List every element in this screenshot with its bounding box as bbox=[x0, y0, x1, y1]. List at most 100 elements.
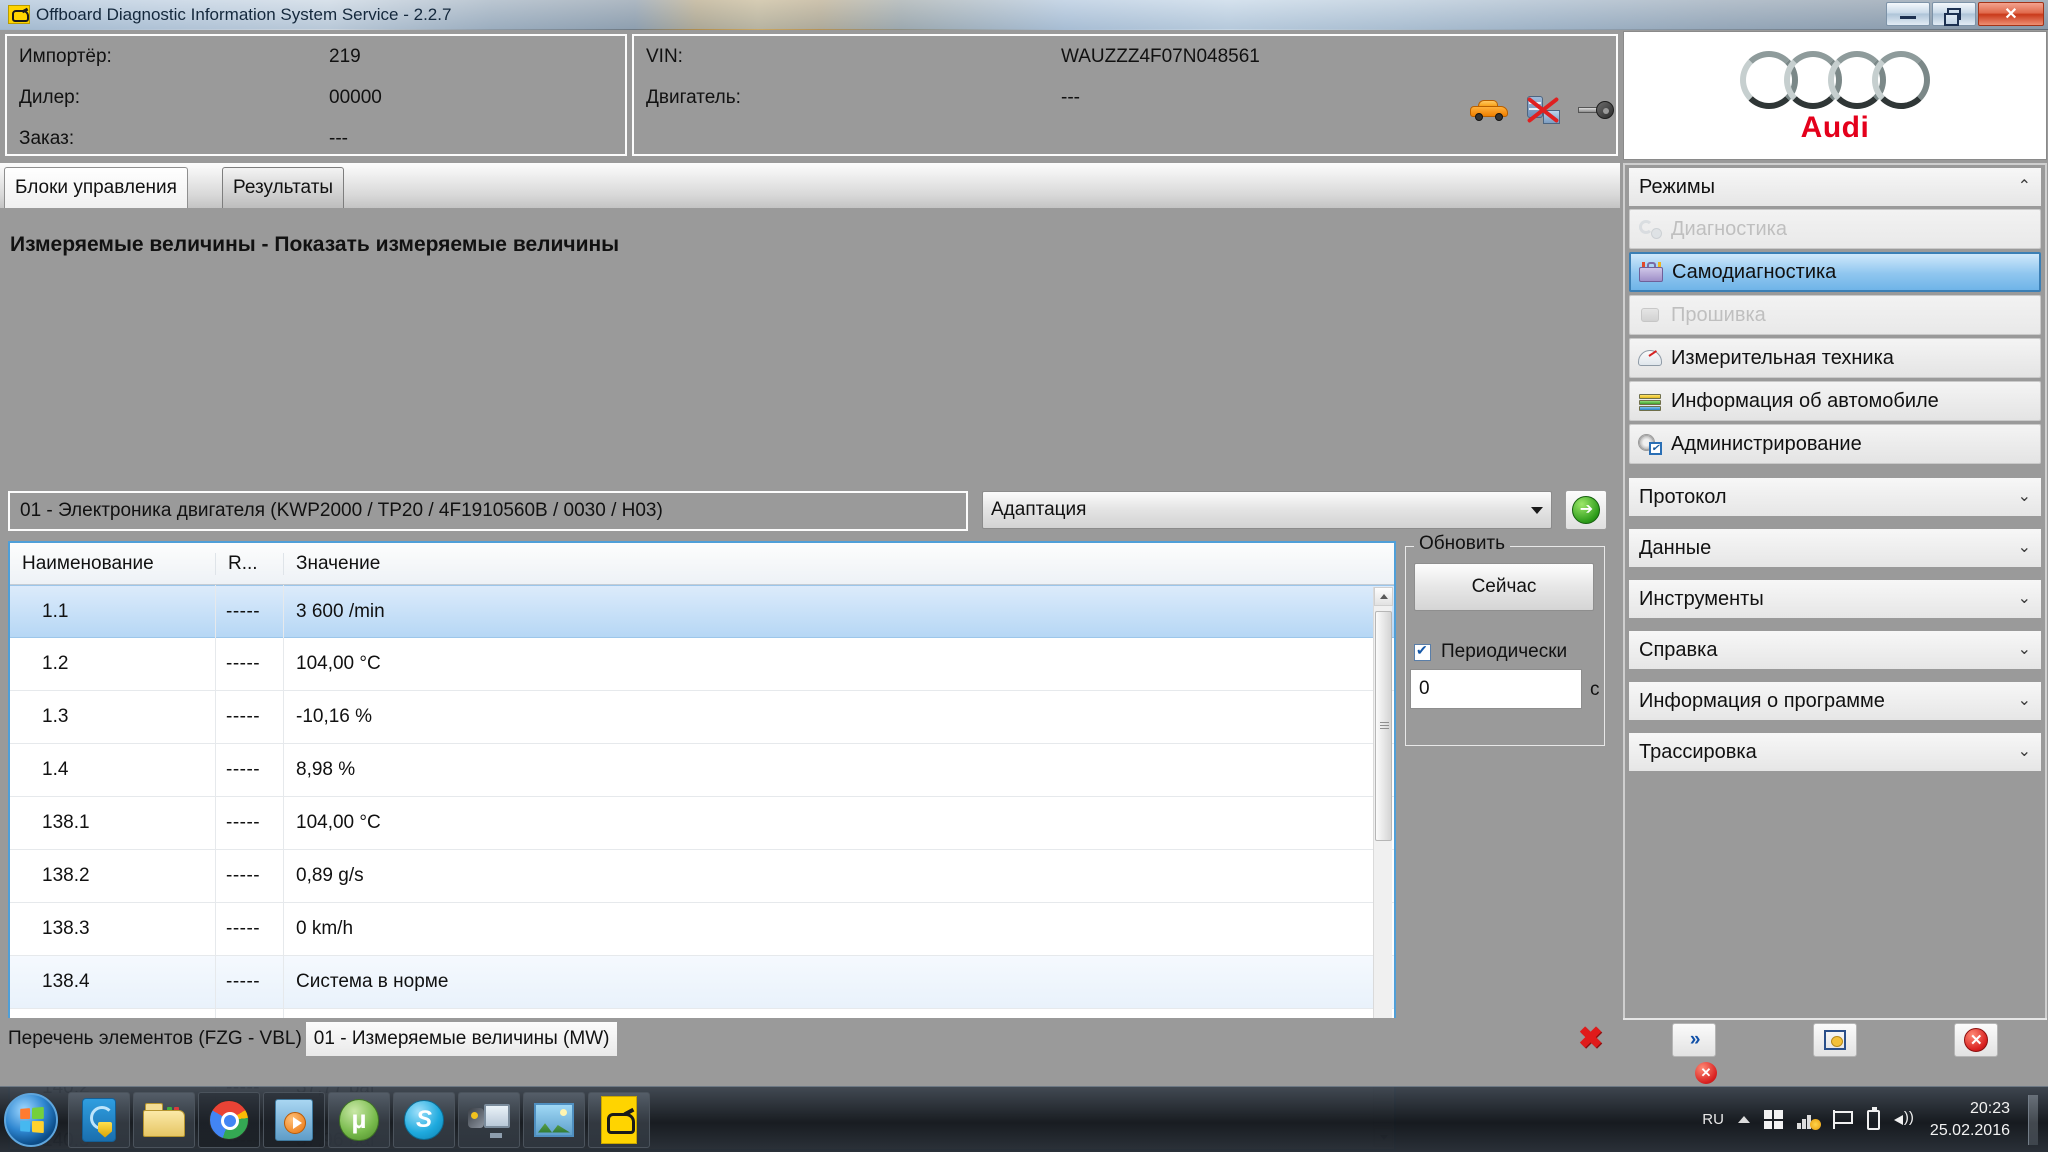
importer-value: 219 bbox=[329, 46, 361, 68]
sidebar-section-label: Трассировка bbox=[1639, 741, 1757, 764]
scroll-up-arrow[interactable] bbox=[1374, 587, 1393, 606]
media-player-icon bbox=[275, 1099, 313, 1141]
close-button[interactable]: ✕ bbox=[1978, 2, 2044, 26]
key-icon bbox=[1578, 100, 1614, 120]
taskbar-item-explorer[interactable] bbox=[133, 1092, 195, 1148]
taskbar-item-chrome[interactable] bbox=[198, 1092, 260, 1148]
gauge-icon bbox=[1638, 347, 1662, 369]
car-icon bbox=[1470, 99, 1508, 121]
scrollbar-thumb[interactable] bbox=[1375, 611, 1392, 841]
minimize-button[interactable] bbox=[1886, 2, 1930, 26]
sidebar-items: Диагностика Самодиагностика Прошивка Изм… bbox=[1625, 209, 2045, 464]
clock[interactable]: 20:23 25.02.2016 bbox=[1930, 1098, 2010, 1141]
taskbar-item-computer-tool[interactable] bbox=[458, 1092, 520, 1148]
database-disconnected-icon bbox=[1526, 95, 1560, 125]
toolcase-icon bbox=[1639, 261, 1663, 283]
page-title: Измеряемые величины - Показать измеряемы… bbox=[10, 233, 619, 257]
windows-flag-icon[interactable] bbox=[1764, 1110, 1783, 1129]
taskbar-item-odis[interactable] bbox=[588, 1092, 650, 1148]
sidebar-item-vehicle-info[interactable]: Информация об автомобиле bbox=[1629, 381, 2041, 421]
screenshot-button[interactable] bbox=[1813, 1023, 1857, 1057]
cell-name: 1.4 bbox=[10, 759, 215, 781]
red-circle-x-icon[interactable]: ✕ bbox=[1695, 1062, 1717, 1084]
cell-r: ----- bbox=[215, 744, 283, 797]
info-row-engine: Двигатель: --- bbox=[634, 77, 1616, 118]
window-controls: ✕ bbox=[1886, 2, 2044, 26]
sidebar-group-modes[interactable]: Режимы ⌃ bbox=[1629, 168, 2041, 206]
table-row[interactable]: 138.3 ----- 0 km/h bbox=[10, 903, 1394, 956]
action-center-flag-icon[interactable] bbox=[1833, 1110, 1853, 1129]
show-hidden-icons-arrow[interactable] bbox=[1738, 1116, 1750, 1123]
taskbar-item-security[interactable] bbox=[68, 1092, 130, 1148]
sidebar-section-protocol[interactable]: Протокол ⌄ bbox=[1629, 478, 2041, 516]
table-row[interactable]: 1.1 ----- 3 600 /min bbox=[10, 585, 1394, 638]
importer-label: Импортёр: bbox=[19, 46, 329, 68]
sidebar-section-label: Справка bbox=[1639, 639, 1717, 662]
chevron-down-icon[interactable]: ⌄ bbox=[2018, 540, 2031, 556]
sidebar: Режимы ⌃ Диагностика Самодиагностика Про… bbox=[1623, 163, 2047, 1020]
red-x-icon[interactable]: ✖ bbox=[1578, 1024, 1603, 1054]
volume-speaker-icon[interactable] bbox=[1894, 1111, 1916, 1129]
sidebar-section-trace[interactable]: Трассировка ⌄ bbox=[1629, 733, 2041, 771]
taskbar-item-utorrent[interactable]: µ bbox=[328, 1092, 390, 1148]
tab-control-units[interactable]: Блоки управления bbox=[4, 167, 188, 208]
cell-value: 3 600 /min bbox=[283, 585, 1394, 638]
cell-r: ----- bbox=[215, 797, 283, 850]
expand-all-button[interactable]: » bbox=[1672, 1023, 1716, 1057]
network-signal-icon[interactable] bbox=[1797, 1111, 1819, 1129]
sidebar-item-self-diagnostics[interactable]: Самодиагностика bbox=[1629, 252, 2041, 292]
taskbar-item-media-player[interactable] bbox=[263, 1092, 325, 1148]
interval-input[interactable]: 0 bbox=[1410, 669, 1582, 709]
dealer-value: 00000 bbox=[329, 87, 382, 109]
periodic-checkbox[interactable] bbox=[1414, 644, 1431, 661]
taskbar: µ S RU 20:23 25.02.2016 bbox=[0, 1086, 2048, 1152]
battery-icon[interactable] bbox=[1867, 1110, 1880, 1130]
sidebar-section-label: Данные bbox=[1639, 537, 1711, 560]
chevron-down-icon[interactable]: ⌄ bbox=[2018, 489, 2031, 505]
cell-r: ----- bbox=[215, 956, 283, 1009]
refresh-now-button[interactable]: Сейчас bbox=[1414, 563, 1594, 611]
chevron-down-icon[interactable]: ⌄ bbox=[2018, 693, 2031, 709]
mode-select[interactable]: Адаптация bbox=[982, 491, 1552, 529]
sidebar-section-about[interactable]: Информация о программе ⌄ bbox=[1629, 682, 2041, 720]
windows-start-orb[interactable] bbox=[4, 1093, 58, 1147]
admin-gear-icon bbox=[1638, 433, 1662, 455]
table-row[interactable]: 1.3 ----- -10,16 % bbox=[10, 691, 1394, 744]
show-desktop-button[interactable] bbox=[2028, 1095, 2038, 1145]
table-row[interactable]: 138.4 ----- Система в норме bbox=[10, 956, 1394, 1009]
vin-value: WAUZZZ4F07N048561 bbox=[1061, 46, 1260, 68]
sidebar-section-data[interactable]: Данные ⌄ bbox=[1629, 529, 2041, 567]
exit-button[interactable]: ✕ bbox=[1954, 1023, 1998, 1057]
window-titlebar[interactable]: Offboard Diagnostic Information System S… bbox=[0, 0, 2048, 29]
periodic-checkbox-row[interactable]: Периодически bbox=[1414, 641, 1567, 663]
sidebar-item-measuring-equipment[interactable]: Измерительная техника bbox=[1629, 338, 2041, 378]
photo-viewer-icon bbox=[534, 1103, 574, 1137]
chevron-up-icon[interactable]: ⌃ bbox=[2018, 179, 2031, 195]
sidebar-item-label: Измерительная техника bbox=[1671, 347, 1894, 370]
stethoscope-icon bbox=[1638, 218, 1662, 240]
tabstrip: Блоки управления Результаты bbox=[0, 163, 1620, 208]
restore-button[interactable] bbox=[1932, 2, 1976, 26]
chevron-down-icon[interactable]: ⌄ bbox=[2018, 744, 2031, 760]
table-row[interactable]: 138.1 ----- 104,00 °C bbox=[10, 797, 1394, 850]
engine-label: Двигатель: bbox=[646, 87, 1061, 109]
tab-results[interactable]: Результаты bbox=[222, 167, 344, 208]
table-row[interactable]: 1.2 ----- 104,00 °C bbox=[10, 638, 1394, 691]
refresh-group: Обновить Сейчас Периодически 0 с bbox=[1405, 546, 1605, 746]
chevron-down-icon[interactable]: ⌄ bbox=[2018, 642, 2031, 658]
breadcrumb-current[interactable]: 01 - Измеряемые величины (MW) bbox=[306, 1022, 618, 1056]
taskbar-item-skype[interactable]: S bbox=[393, 1092, 455, 1148]
sidebar-item-administration[interactable]: Администрирование bbox=[1629, 424, 2041, 464]
taskbar-item-photo-viewer[interactable] bbox=[523, 1092, 585, 1148]
table-row[interactable]: 1.4 ----- 8,98 % bbox=[10, 744, 1394, 797]
sidebar-item-flashing[interactable]: Прошивка bbox=[1629, 295, 2041, 335]
chevron-down-icon[interactable]: ⌄ bbox=[2018, 591, 2031, 607]
sidebar-section-tools[interactable]: Инструменты ⌄ bbox=[1629, 580, 2041, 618]
dealer-label: Дилер: bbox=[19, 87, 329, 109]
table-row[interactable]: 138.2 ----- 0,89 g/s bbox=[10, 850, 1394, 903]
language-indicator[interactable]: RU bbox=[1702, 1111, 1724, 1128]
execute-button[interactable] bbox=[1565, 490, 1607, 530]
sidebar-section-help[interactable]: Справка ⌄ bbox=[1629, 631, 2041, 669]
main-content: Измеряемые величины - Показать измеряемы… bbox=[0, 208, 1620, 1018]
sidebar-item-diagnostics[interactable]: Диагностика bbox=[1629, 209, 2041, 249]
